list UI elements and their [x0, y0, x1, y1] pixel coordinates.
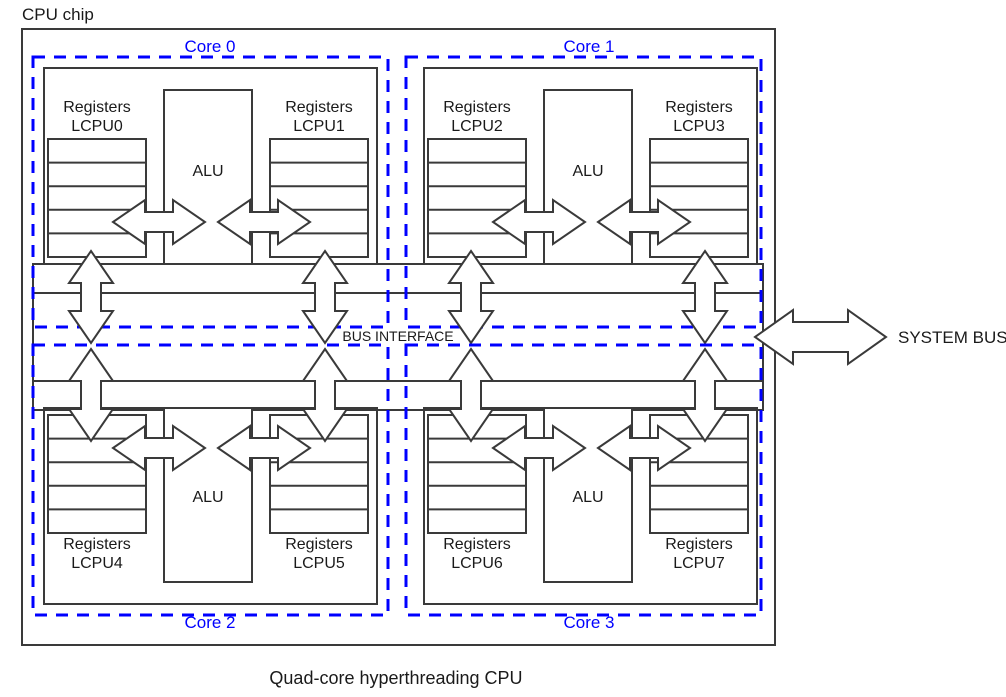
- registers-title: Registers: [285, 536, 353, 553]
- registers-subtitle: LCPU7: [673, 555, 725, 572]
- bus-rail-lower: [32, 380, 764, 411]
- register-stack: [47, 138, 147, 258]
- registers-subtitle: LCPU4: [71, 555, 123, 572]
- core-1-label: Core 1: [563, 37, 614, 56]
- registers-subtitle: LCPU5: [293, 555, 345, 572]
- core-1-alu-label: ALU: [572, 163, 603, 180]
- core-2-alu-label: ALU: [192, 489, 223, 506]
- registers-title: Registers: [665, 99, 733, 116]
- registers-title: Registers: [63, 99, 131, 116]
- core-2-group: Core 2 ALU Registers LCPU4 Registers LCP…: [31, 343, 390, 632]
- core-2-label: Core 2: [184, 613, 235, 632]
- core-1-group: Core 1 ALU Registers LCPU2 Registers LCP…: [404, 37, 763, 345]
- registers-title: Registers: [443, 536, 511, 553]
- bus-interface-label: BUS INTERFACE: [342, 328, 453, 344]
- registers-subtitle: LCPU1: [293, 118, 345, 135]
- core-3-alu-label: ALU: [572, 489, 603, 506]
- cpu-architecture-diagram: CPU chip BUS INTERFACE SYSTEM BUS Core 0…: [0, 0, 1006, 697]
- registers-title: Registers: [665, 536, 733, 553]
- registers-subtitle: LCPU0: [71, 118, 123, 135]
- registers-subtitle: LCPU6: [451, 555, 503, 572]
- register-stack: [427, 138, 527, 258]
- registers-subtitle: LCPU3: [673, 118, 725, 135]
- registers-subtitle: LCPU2: [451, 118, 503, 135]
- registers-title: Registers: [63, 536, 131, 553]
- diagram-caption: Quad-core hyperthreading CPU: [269, 668, 522, 688]
- registers-title: Registers: [285, 99, 353, 116]
- bus-rail-upper: [32, 263, 764, 294]
- diagram-canvas: CPU chip BUS INTERFACE SYSTEM BUS Core 0…: [21, 5, 1006, 688]
- core-3-label: Core 3: [563, 613, 614, 632]
- core-3-group: Core 3 ALU Registers LCPU6 Registers LCP…: [404, 343, 763, 632]
- system-bus-label: SYSTEM BUS: [898, 328, 1006, 347]
- core-0-label: Core 0: [184, 37, 235, 56]
- registers-title: Registers: [443, 99, 511, 116]
- cpu-chip-label: CPU chip: [22, 5, 94, 24]
- core-0-group: Core 0 ALU Registers LCPU0 Registers LCP…: [31, 37, 390, 345]
- core-0-alu-label: ALU: [192, 163, 223, 180]
